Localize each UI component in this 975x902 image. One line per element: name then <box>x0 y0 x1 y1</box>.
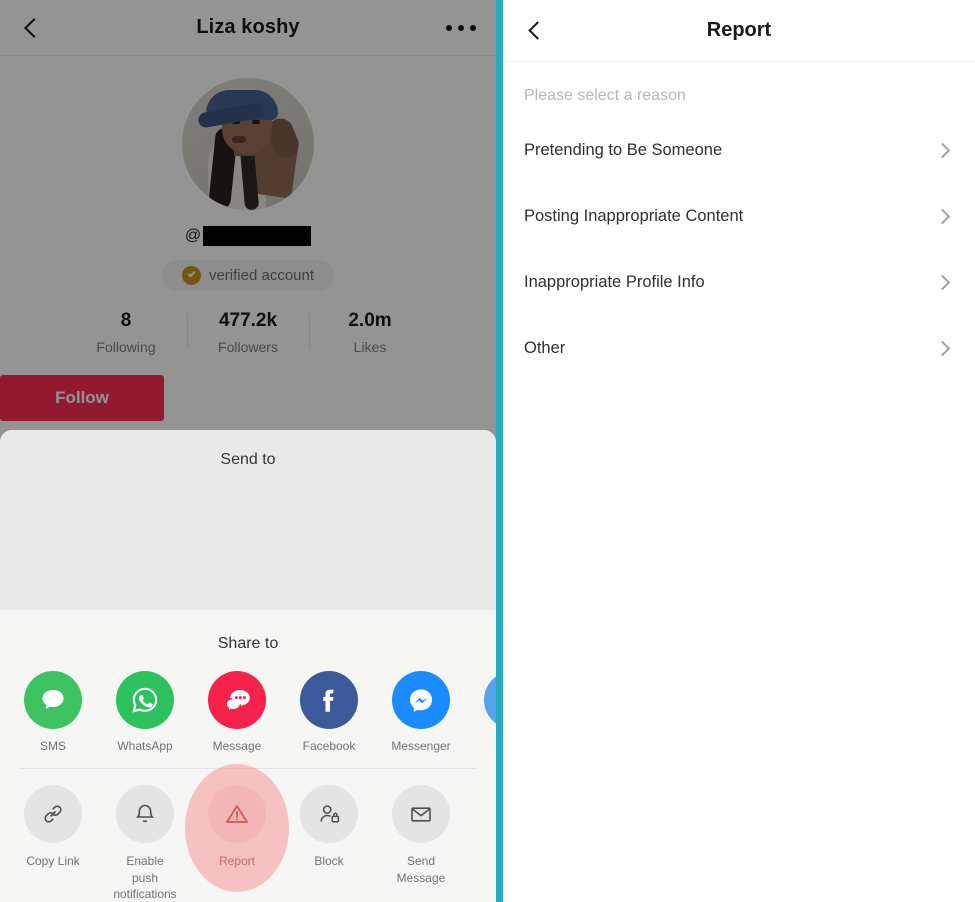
profile-panel: Liza koshy @ verified account 8 Followin… <box>0 0 496 902</box>
avatar-photo <box>182 78 314 210</box>
share-actions-row: Copy Link Enable push notifications Repo… <box>0 763 496 902</box>
chevron-right-icon <box>934 274 951 290</box>
reason-row-inappropriate-profile-info[interactable]: Inappropriate Profile Info <box>503 249 975 315</box>
share-sheet: Send to Share to SMS WhatsApp Message Fa… <box>0 430 496 902</box>
ellipsis-icon <box>458 24 464 31</box>
send-to-title: Send to <box>220 451 276 468</box>
chevron-right-icon <box>934 142 951 158</box>
chevron-left-icon <box>527 21 547 40</box>
action-label: Report <box>218 854 256 869</box>
share-target-whatsapp[interactable]: WhatsApp <box>112 670 178 755</box>
profile-topbar: Liza koshy <box>0 0 496 56</box>
share-target-label: SMS <box>39 738 66 753</box>
whatsapp-icon <box>116 670 174 729</box>
report-back-button[interactable] <box>517 11 557 51</box>
avatar[interactable] <box>182 78 314 210</box>
reason-label: Other <box>524 338 566 357</box>
warning-triangle-icon <box>208 785 266 844</box>
stat-followers[interactable]: 477.2k Followers <box>187 310 309 355</box>
action-label: Block <box>314 854 344 869</box>
messenger-icon <box>392 670 450 729</box>
page-title: Liza koshy <box>196 16 300 38</box>
envelope-icon <box>392 785 450 844</box>
share-target-facebook[interactable]: Facebook <box>296 670 362 755</box>
action-send-message[interactable]: Send Message <box>388 785 454 885</box>
facebook-icon <box>300 670 358 729</box>
ellipsis-icon <box>446 24 452 31</box>
chevron-left-icon <box>24 17 44 38</box>
stat-value: 477.2k <box>218 310 278 331</box>
report-title: Report <box>706 19 772 41</box>
stat-following[interactable]: 8 Following <box>65 310 187 355</box>
reason-label: Inappropriate Profile Info <box>524 272 705 291</box>
more-options-button[interactable] <box>440 11 482 45</box>
reason-label: Pretending to Be Someone <box>524 140 723 159</box>
share-target-label: Facebook <box>302 738 356 753</box>
action-label: Copy Link <box>26 854 80 869</box>
stat-value: 8 <box>120 310 132 331</box>
action-enable-push-notifications[interactable]: Enable push notifications <box>112 785 178 902</box>
report-subtitle: Please select a reason <box>524 87 686 104</box>
verified-check-icon <box>181 265 201 285</box>
link-icon <box>24 785 82 844</box>
send-to-section: Send to <box>0 430 496 610</box>
action-label: Enable push notifications <box>113 854 177 901</box>
share-target-sms[interactable]: SMS <box>20 670 86 755</box>
share-target-messenger[interactable]: Messenger <box>388 670 454 755</box>
more-share-icon <box>484 670 496 729</box>
tiktok-message-icon <box>208 670 266 729</box>
reason-row-other[interactable]: Other <box>503 315 975 381</box>
handle-redacted-bar <box>203 226 312 246</box>
share-target-message[interactable]: Message <box>204 670 270 755</box>
profile-handle: @ <box>0 226 496 246</box>
share-target-label: Message <box>212 738 262 753</box>
app-screenshot: Liza koshy @ verified account 8 Followin… <box>0 0 975 902</box>
reason-label: Posting Inappropriate Content <box>524 206 744 225</box>
stat-likes[interactable]: 2.0m Likes <box>309 310 431 355</box>
report-panel: Report Please select a reason Pretending… <box>503 0 975 902</box>
chevron-right-icon <box>934 208 951 224</box>
action-block[interactable]: Block <box>296 785 362 869</box>
reason-row-pretending-to-be-someone[interactable]: Pretending to Be Someone <box>503 117 975 183</box>
share-target-label: Messenger <box>391 738 451 753</box>
sms-bubble-icon <box>24 670 82 729</box>
action-report[interactable]: Report <box>185 763 289 892</box>
stat-label: Following <box>96 339 156 355</box>
verified-account-badge[interactable]: verified account <box>162 260 334 290</box>
follow-button[interactable]: Follow <box>0 375 164 421</box>
bell-icon <box>116 785 174 844</box>
action-copy-link[interactable]: Copy Link <box>20 785 86 869</box>
stat-label: Likes <box>353 339 387 355</box>
ellipsis-icon <box>470 24 476 31</box>
report-topbar: Report <box>503 0 975 62</box>
stat-label: Followers <box>218 339 278 355</box>
reason-row-posting-inappropriate-content[interactable]: Posting Inappropriate Content <box>503 183 975 249</box>
profile-stats: 8 Following 477.2k Followers 2.0m Likes <box>0 310 496 355</box>
verified-account-label: verified account <box>208 266 315 284</box>
share-target-more[interactable] <box>480 670 496 739</box>
share-to-section: Share to SMS WhatsApp Message Facebook M… <box>0 609 496 902</box>
share-to-title: Share to <box>217 634 279 652</box>
share-target-label: WhatsApp <box>117 738 173 753</box>
panel-divider <box>496 0 503 902</box>
profile-back-button[interactable] <box>14 8 54 48</box>
chevron-right-icon <box>934 340 951 356</box>
handle-at-symbol: @ <box>184 227 202 244</box>
share-targets-row: SMS WhatsApp Message Facebook Messenger <box>0 653 496 755</box>
stat-value: 2.0m <box>348 310 392 331</box>
user-lock-icon <box>300 785 358 844</box>
report-reason-list: Pretending to Be Someone Posting Inappro… <box>503 117 975 381</box>
action-label: Send Message <box>396 854 446 885</box>
